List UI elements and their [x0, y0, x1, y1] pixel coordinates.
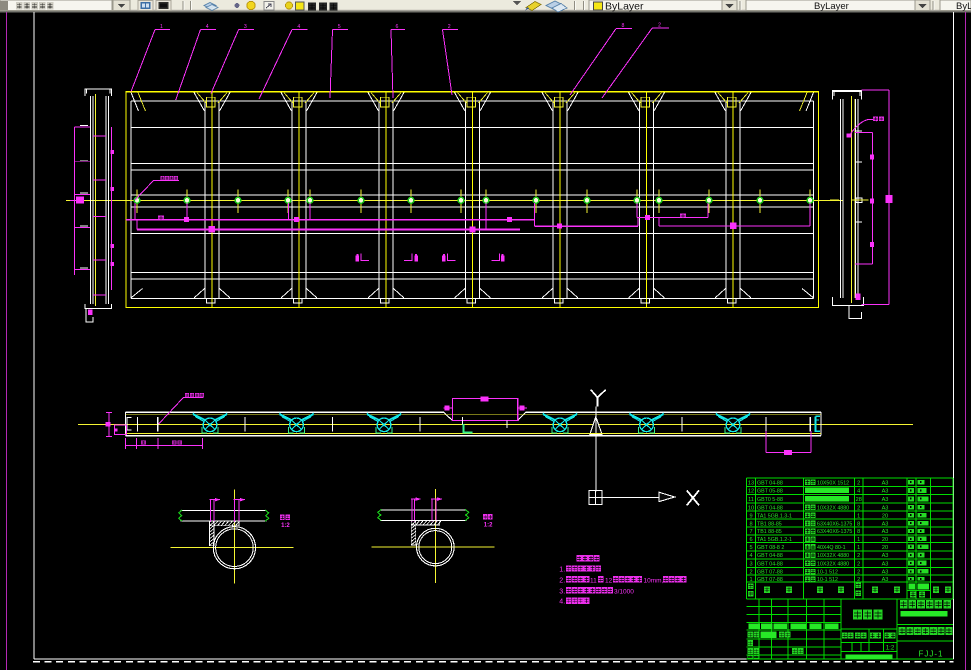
svg-text:1:2: 1:2 — [281, 523, 290, 529]
svg-text:8: 8 — [749, 521, 752, 527]
svg-text:TB1 88-85: TB1 88-85 — [757, 529, 782, 535]
svg-text:A3: A3 — [882, 529, 889, 535]
svg-text:9: 9 — [749, 513, 752, 519]
svg-text:28: 28 — [856, 497, 862, 503]
svg-text:A3: A3 — [882, 577, 889, 583]
svg-text:GBT 04-88: GBT 04-88 — [757, 505, 783, 511]
svg-text:GBT 04-88: GBT 04-88 — [757, 561, 783, 567]
svg-text:1: 1 — [160, 24, 163, 30]
svg-text:1: 1 — [857, 545, 860, 551]
svg-text:2: 2 — [658, 23, 661, 29]
svg-text:A3: A3 — [882, 497, 889, 503]
svg-text:1: 1 — [857, 537, 860, 543]
svg-text:10mm,: 10mm, — [644, 577, 664, 584]
svg-text:1: 1 — [749, 577, 752, 583]
svg-text:1: 1 — [857, 513, 860, 519]
svg-text:4: 4 — [857, 489, 860, 495]
svg-text:4: 4 — [749, 553, 752, 559]
svg-text:6: 6 — [396, 24, 399, 30]
svg-text:10X32X 4880: 10X32X 4880 — [817, 553, 849, 559]
svg-text:1:2: 1:2 — [886, 645, 895, 652]
svg-text:A3: A3 — [882, 480, 889, 486]
svg-text:2: 2 — [857, 505, 860, 511]
svg-text:10X32X 4880: 10X32X 4880 — [817, 561, 849, 567]
svg-text:GBT 07-88: GBT 07-88 — [757, 577, 783, 583]
svg-text:8: 8 — [857, 529, 860, 535]
svg-text:GBT 07-88: GBT 07-88 — [757, 569, 783, 575]
svg-text:FJJ-1: FJJ-1 — [919, 650, 944, 659]
svg-text:2.: 2. — [559, 577, 565, 584]
svg-text:A3: A3 — [882, 521, 889, 527]
svg-text:A3: A3 — [882, 561, 889, 567]
svg-text:2: 2 — [857, 569, 860, 575]
svg-text:5: 5 — [338, 24, 341, 30]
svg-text:11: 11 — [590, 577, 597, 584]
svg-text:GBT 04-88: GBT 04-88 — [757, 480, 783, 486]
svg-text:3: 3 — [749, 561, 752, 567]
svg-text:2: 2 — [857, 553, 860, 559]
svg-text:2: 2 — [448, 24, 451, 30]
svg-text:1:2: 1:2 — [484, 523, 493, 529]
svg-text:ByL: ByL — [956, 1, 971, 12]
svg-text:2: 2 — [857, 577, 860, 583]
svg-text:7: 7 — [749, 529, 752, 535]
svg-text:20: 20 — [882, 537, 888, 543]
svg-text:12: 12 — [605, 577, 613, 584]
svg-text:A3: A3 — [882, 505, 889, 511]
svg-text:10X50X 1512: 10X50X 1512 — [817, 480, 849, 486]
svg-text:2: 2 — [749, 569, 752, 575]
svg-text:20: 20 — [882, 545, 888, 551]
svg-text:13: 13 — [748, 480, 754, 486]
svg-text:4.: 4. — [559, 599, 565, 606]
svg-text:1.: 1. — [559, 566, 565, 573]
svg-text:GBT0 5-88: GBT0 5-88 — [757, 497, 783, 503]
svg-text:63X40X6-1375: 63X40X6-1375 — [817, 521, 852, 527]
svg-text:3: 3 — [244, 24, 247, 30]
svg-text:ByLayer: ByLayer — [814, 1, 849, 12]
svg-text:5: 5 — [749, 545, 752, 551]
svg-text:8: 8 — [857, 521, 860, 527]
svg-text:GBT 05-88: GBT 05-88 — [757, 489, 783, 495]
svg-text:10: 10 — [748, 505, 754, 511]
svg-text:20: 20 — [882, 513, 888, 519]
svg-text:3/1000: 3/1000 — [614, 588, 634, 595]
svg-text:4: 4 — [297, 24, 300, 30]
svg-text:A3: A3 — [882, 553, 889, 559]
svg-text:8: 8 — [622, 23, 625, 29]
svg-text:GBT 08-8 2: GBT 08-8 2 — [757, 545, 784, 551]
svg-text:40X4Q 80-1: 40X4Q 80-1 — [817, 545, 846, 551]
svg-text:10X32X 4880: 10X32X 4880 — [817, 505, 849, 511]
svg-text:TA1 5GB.1.2-1: TA1 5GB.1.2-1 — [757, 537, 792, 543]
svg-text:GBT 04-88: GBT 04-88 — [757, 553, 783, 559]
svg-text:TB1 88-85: TB1 88-85 — [757, 521, 782, 527]
svg-text:A3: A3 — [882, 489, 889, 495]
svg-text:TA1 5GB.1.3-1: TA1 5GB.1.3-1 — [757, 513, 792, 519]
svg-text:12: 12 — [748, 489, 754, 495]
svg-text:11: 11 — [748, 497, 754, 503]
svg-text:10-1 512: 10-1 512 — [817, 569, 838, 575]
svg-text:A3: A3 — [882, 569, 889, 575]
svg-text:3.: 3. — [559, 588, 565, 595]
svg-text:2: 2 — [857, 480, 860, 486]
svg-text:ByLayer: ByLayer — [605, 1, 644, 13]
svg-text:10-1 512: 10-1 512 — [817, 577, 838, 583]
svg-text:63X40X6-1375: 63X40X6-1375 — [817, 529, 852, 535]
svg-text:4: 4 — [206, 24, 209, 30]
svg-text:2: 2 — [857, 561, 860, 567]
svg-text:6: 6 — [749, 537, 752, 543]
